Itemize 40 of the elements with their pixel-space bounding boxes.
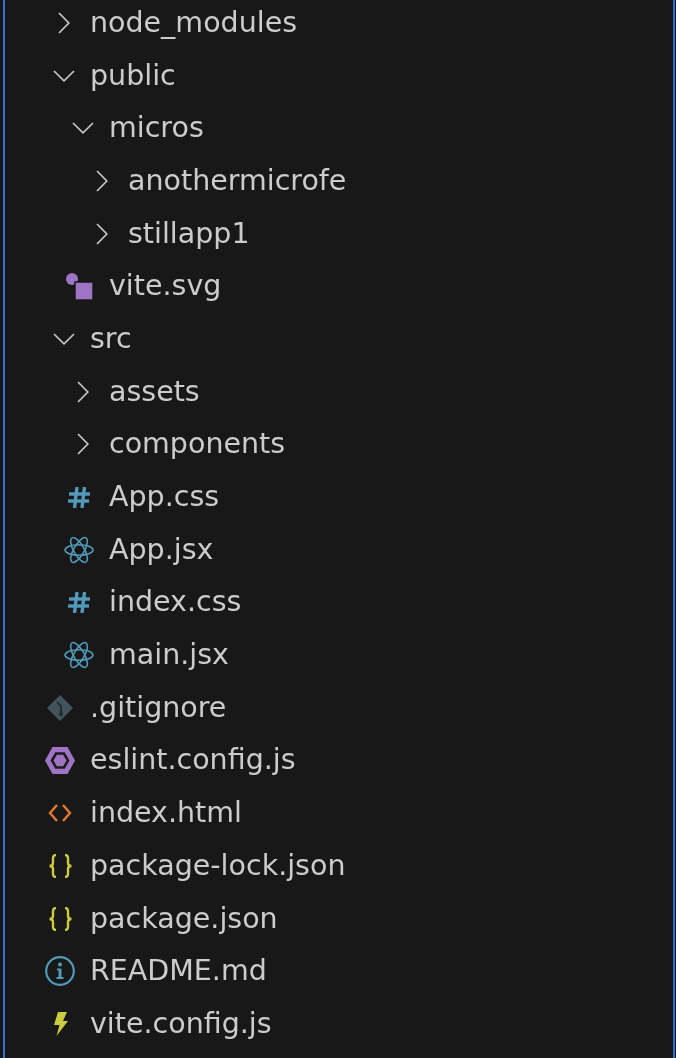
chevron-right-icon[interactable] (76, 380, 89, 403)
file-name[interactable]: App.css (109, 480, 220, 515)
diamond-branch-icon (47, 694, 73, 721)
file-name[interactable]: .gitignore (90, 690, 227, 725)
chevron-right-icon[interactable] (95, 222, 108, 245)
folder-name[interactable]: stillapp1 (128, 216, 250, 251)
chevron-down-icon[interactable] (52, 69, 75, 82)
file-name[interactable]: index.css (109, 585, 242, 620)
folder-name[interactable]: assets (109, 374, 200, 409)
braces-icon (47, 853, 73, 878)
folder-name[interactable]: src (90, 322, 132, 357)
chevron-right-icon[interactable] (95, 170, 108, 192)
file-name[interactable]: package.json (90, 901, 278, 936)
atom-icon (64, 535, 94, 564)
file-name[interactable]: main.jsx (109, 638, 229, 673)
file-name[interactable]: package-lock.json (90, 848, 346, 884)
atom-icon (64, 641, 94, 670)
folder-name[interactable]: public (90, 58, 176, 93)
chevron-down-icon[interactable] (71, 122, 94, 135)
code-brackets-icon (48, 804, 72, 823)
chevron-right-icon[interactable] (57, 11, 70, 34)
info-icon (45, 956, 75, 987)
chevron-right-icon[interactable] (76, 433, 89, 456)
hash-icon (68, 486, 90, 508)
file-name[interactable]: App.jsx (109, 532, 214, 567)
chevron-down-icon[interactable] (52, 333, 75, 346)
folder-name[interactable]: node_modules (90, 5, 298, 41)
folder-name[interactable]: anothermicrofe (128, 163, 347, 199)
hexagon-icon (45, 747, 75, 775)
file-name[interactable]: vite.config.js (90, 1006, 272, 1042)
file-name[interactable]: vite.svg (109, 269, 222, 304)
folder-name[interactable]: micros (109, 111, 204, 146)
file-name[interactable]: eslint.config.js (90, 743, 296, 778)
shapes-icon (65, 272, 93, 300)
file-name[interactable]: README.md (90, 954, 267, 989)
lightning-icon (52, 1012, 68, 1036)
hash-icon (68, 592, 90, 613)
braces-icon (47, 906, 73, 931)
file-name[interactable]: index.html (90, 796, 242, 831)
folder-name[interactable]: components (109, 427, 286, 462)
